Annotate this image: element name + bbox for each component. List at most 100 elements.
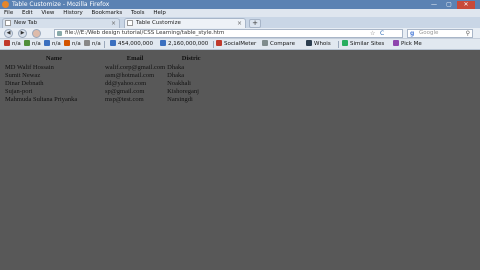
cell-district: Noakhali xyxy=(167,79,191,87)
bookmark-label: n/a xyxy=(72,41,81,47)
cell-email: msp@test.com xyxy=(105,96,144,104)
bookmark-label: 2,160,000,000 xyxy=(168,41,209,47)
meter-icon xyxy=(216,40,222,46)
mozilla-icon xyxy=(4,40,10,46)
cell-name: MD Walif Hossain xyxy=(5,63,54,71)
tab-new-tab[interactable]: New Tab × xyxy=(2,18,120,28)
bookmark-item[interactable]: Compare xyxy=(262,39,295,50)
bookmark-label: SocialMeter xyxy=(224,41,257,47)
cell-district: Narsingdi xyxy=(167,96,193,104)
search-input[interactable]: g Google ⚲ xyxy=(407,29,473,38)
sites-icon xyxy=(342,40,348,46)
bookmark-item[interactable]: n/a xyxy=(84,39,101,50)
bookmark-label: Pick Me xyxy=(401,41,422,47)
bookmark-label: Compare xyxy=(270,41,295,47)
forward-button[interactable]: ▶ xyxy=(18,29,27,38)
site-identity-icon xyxy=(57,31,62,36)
cell-district: Dhaka xyxy=(167,71,185,79)
bookmark-label: n/a xyxy=(52,41,61,47)
table-row: Sujan-pori sp@gmail.com Kishoreganj xyxy=(4,88,216,96)
bookmark-item[interactable]: 2,160,000,000 xyxy=(160,39,208,50)
bookmark-item[interactable]: 454,000,000 xyxy=(110,39,153,50)
bookmark-item[interactable]: Whois xyxy=(306,39,331,50)
bookmark-star-icon[interactable]: ☆ xyxy=(370,29,375,38)
new-tab-button[interactable]: + xyxy=(249,19,261,28)
link-icon xyxy=(160,40,166,46)
close-window-button[interactable]: ✕ xyxy=(457,1,475,9)
bookmark-item[interactable]: SocialMeter xyxy=(216,39,256,50)
cell-email: walif.corp@gmail.com xyxy=(105,63,166,71)
google-icon: g xyxy=(410,30,415,37)
menu-help[interactable]: Help xyxy=(153,10,166,16)
navigation-bar: ◀ ▶ file:///E:/Web design tutorial/CSS L… xyxy=(0,28,480,39)
cell-name: Mahmuda Sultana Priyanka xyxy=(5,96,78,104)
globe-icon xyxy=(24,40,30,46)
globe-icon xyxy=(44,40,50,46)
bookmark-item[interactable]: n/a xyxy=(4,39,21,50)
tab-label: New Tab xyxy=(14,20,38,26)
cell-district: Dhaka xyxy=(167,63,185,71)
table-row: Mahmuda Sultana Priyanka msp@test.com Na… xyxy=(4,96,216,104)
cell-name: Sumit Newaz xyxy=(5,71,41,79)
bookmark-item[interactable]: n/a xyxy=(44,39,61,50)
bookmark-label: n/a xyxy=(12,41,21,47)
globe-icon xyxy=(84,40,90,46)
table-header-row: Name Email Distric xyxy=(4,54,216,63)
menu-tools[interactable]: Tools xyxy=(131,10,145,16)
reload-icon[interactable]: C xyxy=(380,29,384,38)
menu-bookmarks[interactable]: Bookmarks xyxy=(92,10,123,16)
search-placeholder: Google xyxy=(419,30,439,36)
bookmark-label: n/a xyxy=(32,41,41,47)
cell-district: Kishoreganj xyxy=(167,88,199,96)
maximize-button[interactable]: ▢ xyxy=(442,1,456,9)
tab-label: Table Customize xyxy=(136,20,181,26)
bookmark-item[interactable]: n/a xyxy=(64,39,81,50)
bookmark-item[interactable]: Pick Me xyxy=(393,39,422,50)
bookmark-label: 454,000,000 xyxy=(118,41,153,47)
header-email: Email xyxy=(126,55,144,62)
page-icon xyxy=(5,20,11,26)
window-controls: — ▢ ✕ xyxy=(426,0,475,9)
bookmark-label: Whois xyxy=(314,41,331,47)
addon-icon[interactable] xyxy=(32,29,41,38)
header-district: Distric xyxy=(181,55,201,62)
menu-view[interactable]: View xyxy=(41,10,54,16)
url-text: file:///E:/Web design tutorial/CSS Learn… xyxy=(65,30,225,36)
link-icon xyxy=(110,40,116,46)
page-content: Name Email Distric MD Walif Hossain wali… xyxy=(0,50,480,270)
search-icon[interactable]: ⚲ xyxy=(466,30,470,37)
menu-edit[interactable]: Edit xyxy=(22,10,33,16)
back-button[interactable]: ◀ xyxy=(4,29,13,38)
menu-history[interactable]: History xyxy=(63,10,83,16)
rank-icon xyxy=(64,40,70,46)
toolbar-separator xyxy=(213,41,214,48)
bookmark-item[interactable]: n/a xyxy=(24,39,41,50)
bookmark-label: Similar Sites xyxy=(350,41,385,47)
table-row: Dinar Debnath dd@yahoo.com Noakhali xyxy=(4,79,216,87)
cell-name: Sujan-pori xyxy=(5,88,33,96)
firefox-icon xyxy=(2,1,9,8)
bookmarks-toolbar: n/a n/a n/a n/a n/a 454,000,000 2,160,00… xyxy=(0,39,480,50)
close-tab-icon[interactable]: × xyxy=(111,19,116,28)
cell-email: dd@yahoo.com xyxy=(105,79,147,87)
window-titlebar: Table Customize - Mozilla Firefox — ▢ ✕ xyxy=(0,0,480,9)
toolbar-separator xyxy=(104,41,105,48)
tab-bar: New Tab × Table Customize × + xyxy=(0,17,480,28)
info-icon xyxy=(306,40,312,46)
table-row: Sumit Newaz asm@hotmail.com Dhaka xyxy=(4,71,216,79)
close-tab-icon[interactable]: × xyxy=(237,19,242,28)
window-title: Table Customize - Mozilla Firefox xyxy=(12,1,110,8)
bookmark-item[interactable]: Similar Sites xyxy=(342,39,384,50)
tab-table-customize[interactable]: Table Customize × xyxy=(124,18,246,28)
cell-name: Dinar Debnath xyxy=(5,79,44,87)
contacts-table: Name Email Distric MD Walif Hossain wali… xyxy=(4,54,216,104)
menu-file[interactable]: File xyxy=(4,10,13,16)
minimize-button[interactable]: — xyxy=(427,1,441,9)
header-name: Name xyxy=(45,55,63,62)
cell-email: asm@hotmail.com xyxy=(105,71,155,79)
toolbar-separator xyxy=(338,41,339,48)
cell-email: sp@gmail.com xyxy=(105,88,145,96)
pick-icon xyxy=(393,40,399,46)
menu-bar: File Edit View History Bookmarks Tools H… xyxy=(0,9,480,17)
url-bar[interactable]: file:///E:/Web design tutorial/CSS Learn… xyxy=(54,29,403,38)
